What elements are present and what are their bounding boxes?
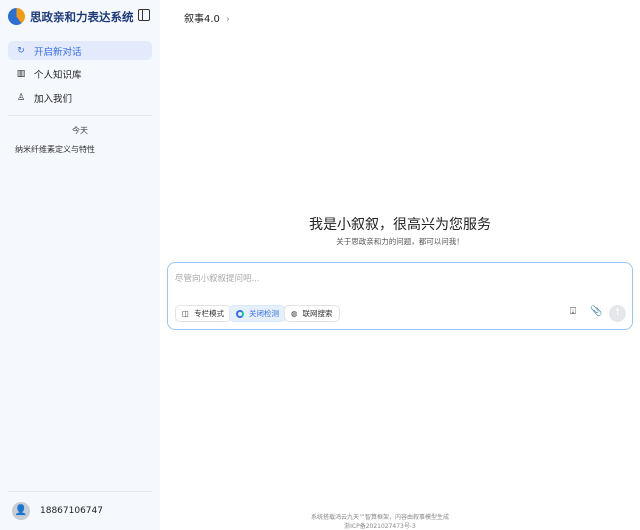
detection-toggle-button[interactable]: 关闭检测 <box>229 305 286 322</box>
chip-label: 关闭检测 <box>249 309 279 318</box>
nav-label: 个人知识库 <box>34 69 82 81</box>
history-item[interactable]: 纳米纤维素定义与特性 <box>15 144 95 155</box>
web-search-button[interactable]: ◍ 联网搜索 <box>284 305 340 322</box>
refresh-icon: ↻ <box>17 45 25 56</box>
nav-label: 加入我们 <box>34 93 73 105</box>
welcome-subtitle: 关于思政亲和力的问题，都可以问我！ <box>336 237 464 246</box>
chip-label: 专栏模式 <box>194 309 225 318</box>
collapse-sidebar-icon[interactable] <box>138 9 150 21</box>
column-mode-button[interactable]: ◫ 专栏模式 <box>175 305 232 322</box>
divider <box>8 115 152 116</box>
new-chat-button[interactable]: ↻ 开启新对话 <box>8 41 152 60</box>
chip-label: 联网搜索 <box>302 309 333 318</box>
user-add-icon: ♙ <box>16 92 26 103</box>
library-icon: ▥ <box>16 68 26 79</box>
divider <box>8 491 152 492</box>
chat-input-box[interactable]: 尽管向小叙叙提问吧... ◫ 专栏模式 关闭检测 ◍ 联网搜索 ⍗ 📎 ↑ <box>167 262 633 330</box>
globe-icon: ◍ <box>291 309 298 318</box>
welcome-title: 我是小叙叙，很高兴为您服务 <box>309 217 491 233</box>
upload-document-icon[interactable]: ⍗ <box>570 306 576 317</box>
send-button[interactable]: ↑ <box>609 305 626 322</box>
detection-icon <box>236 309 244 318</box>
user-profile[interactable]: 👤 18867106747 <box>12 502 103 520</box>
model-name: 叙事4.0 <box>184 14 220 25</box>
brand: 思政亲和力表达系统 <box>8 8 134 25</box>
columns-icon: ◫ <box>182 309 190 318</box>
icp-link[interactable]: 浙ICP备2021027473号-3 <box>160 521 600 530</box>
logo-icon <box>8 8 25 25</box>
join-us-button[interactable]: ♙ 加入我们 <box>8 88 152 107</box>
avatar: 👤 <box>12 502 30 520</box>
history-group-label: 今天 <box>72 126 88 135</box>
user-phone: 18867106747 <box>40 506 103 516</box>
chevron-right-icon: › <box>225 14 230 25</box>
footer-notice: 系统搭载鸿云九天™智算框架，内容由叙事模型生成 <box>310 514 449 521</box>
app-title: 思政亲和力表达系统 <box>30 9 134 24</box>
nav-label: 开启新对话 <box>34 46 82 58</box>
attachment-icon[interactable]: 📎 <box>590 306 602 317</box>
chat-input[interactable]: 尽管向小叙叙提问吧... <box>175 272 260 284</box>
knowledge-base-button[interactable]: ▥ 个人知识库 <box>8 64 152 83</box>
sidebar: 思政亲和力表达系统 ↻ 开启新对话 ▥ 个人知识库 ♙ 加入我们 今天 纳米纤维素定义… <box>0 0 160 530</box>
model-selector[interactable]: 叙事4.0 › <box>184 10 230 25</box>
